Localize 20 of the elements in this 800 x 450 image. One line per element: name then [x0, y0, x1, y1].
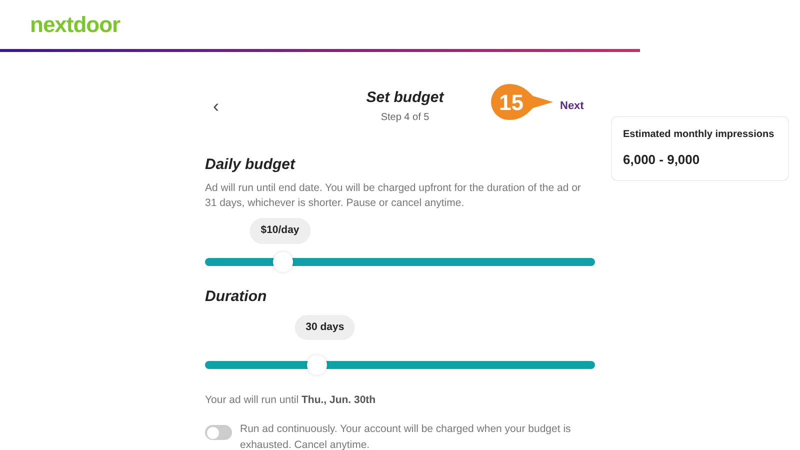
- slider-thumb[interactable]: [273, 252, 293, 272]
- callout-badge: 15: [489, 82, 555, 122]
- section-heading: Duration: [205, 287, 268, 307]
- value-tooltip: 30 days: [294, 314, 356, 340]
- slider[interactable]: [205, 252, 595, 272]
- toggle-label: Run ad continuously. Your account will be charged when your budget is exhausted. Cancel anytime.: [240, 422, 572, 450]
- logo: nextdoor: [30, 12, 120, 37]
- end-date-text: Your ad will run until Thu., Jun. 30th: [205, 392, 377, 408]
- value-tooltip: $10/day: [250, 218, 310, 244]
- slider-thumb[interactable]: [306, 354, 327, 374]
- estimate-label: Estimated monthly impressions: [623, 128, 776, 142]
- slider[interactable]: [205, 354, 595, 374]
- toggle-switch[interactable]: [205, 425, 232, 440]
- description-text: Ad will run until end date. You will be charged upfront for the duration of the ad or 31 days, whichever is shorter. Pause or cancel anytime.: [205, 180, 582, 212]
- page-title: Set budget: [366, 88, 444, 108]
- step-indicator: Step 4 of 5: [380, 110, 430, 125]
- back-button[interactable]: ‹: [213, 97, 219, 115]
- estimate-value: 6,000 - 9,000: [623, 151, 701, 169]
- section-heading: Daily budget: [205, 155, 296, 175]
- next-button[interactable]: Next: [560, 98, 584, 114]
